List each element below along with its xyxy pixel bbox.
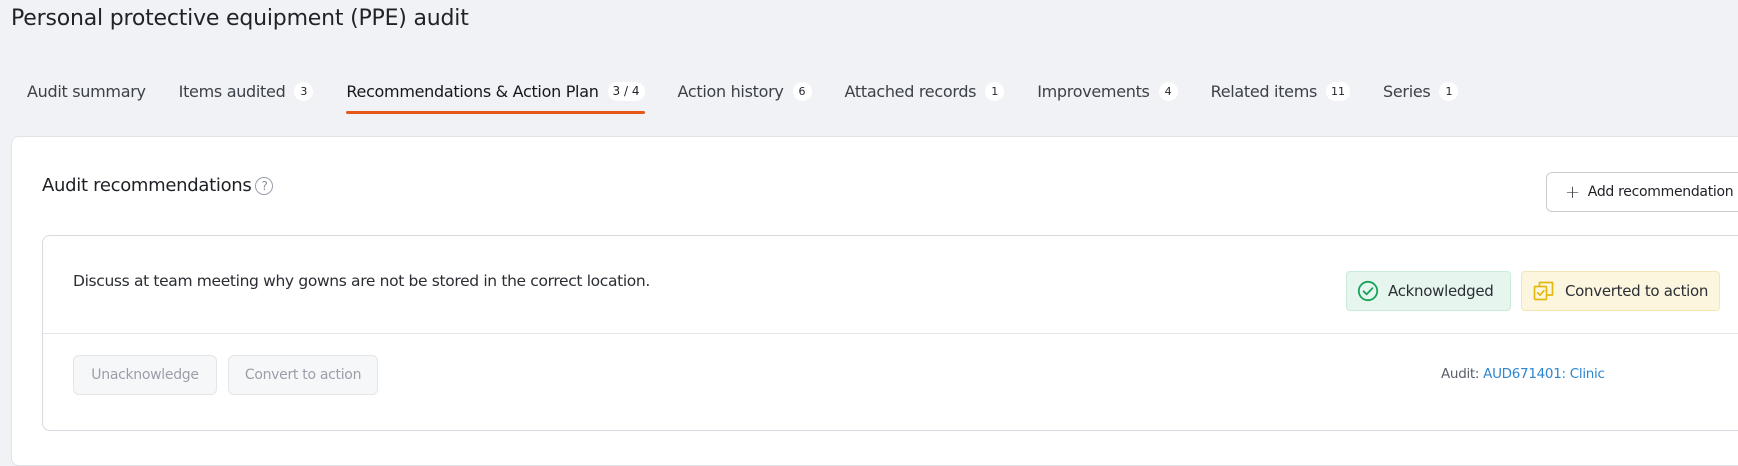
tab-recommendations-action-plan[interactable]: Recommendations & Action Plan 3 / 4 [332, 68, 658, 114]
count-badge: 1 [985, 81, 1005, 101]
tab-label: Recommendations & Action Plan [346, 81, 599, 101]
audit-reference: Audit: AUD671401: Clinic [1441, 366, 1605, 382]
audit-label: Audit: [1441, 366, 1480, 382]
tab-action-history[interactable]: Action history 6 [664, 68, 826, 114]
tab-series[interactable]: Series 1 [1369, 68, 1472, 114]
tab-related-items[interactable]: Related items 11 [1197, 68, 1364, 114]
tab-items-audited[interactable]: Items audited 3 [165, 68, 328, 114]
tab-label: Related items [1210, 81, 1318, 101]
tab-label: Improvements [1037, 81, 1150, 101]
tab-label: Attached records [844, 81, 977, 101]
tab-label: Series [1383, 81, 1431, 101]
tab-bar: Audit summary Items audited 3 Recommenda… [0, 68, 1738, 118]
tab-attached-records[interactable]: Attached records 1 [831, 68, 1019, 114]
recommendations-card: Audit recommendations ? + Add recommenda… [11, 136, 1738, 466]
convert-checklist-icon [1533, 281, 1554, 301]
plus-icon: + [1565, 181, 1580, 203]
count-badge: 6 [792, 81, 812, 101]
add-recommendation-button[interactable]: + Add recommendation [1546, 172, 1738, 212]
status-acknowledged-label: Acknowledged [1388, 282, 1494, 300]
status-badge-converted: Converted to action [1521, 271, 1720, 311]
recommendation-text: Discuss at team meeting why gowns are no… [73, 272, 650, 290]
unacknowledge-button[interactable]: Unacknowledge [73, 355, 217, 395]
count-badge: 11 [1326, 81, 1351, 101]
status-converted-label: Converted to action [1565, 282, 1709, 300]
page-title: Personal protective equipment (PPE) audi… [11, 6, 469, 31]
status-badge-acknowledged: Acknowledged [1346, 271, 1511, 311]
count-badge: 3 [294, 81, 314, 101]
tab-improvements[interactable]: Improvements 4 [1023, 68, 1191, 114]
tab-label: Action history [677, 81, 784, 101]
count-badge: 1 [1439, 81, 1459, 101]
add-recommendation-label: Add recommendation [1587, 184, 1734, 200]
audit-link[interactable]: AUD671401: Clinic [1483, 366, 1605, 382]
recommendation-item: Discuss at team meeting why gowns are no… [42, 235, 1738, 431]
tab-label: Audit summary [27, 81, 146, 101]
help-icon[interactable]: ? [255, 176, 274, 195]
section-title-text: Audit recommendations [42, 175, 252, 196]
count-badge: 4 [1158, 81, 1178, 101]
check-circle-icon [1357, 280, 1379, 302]
divider [43, 333, 1738, 334]
section-title: Audit recommendations ? [42, 175, 274, 196]
tab-audit-summary[interactable]: Audit summary [0, 68, 160, 114]
tab-label: Items audited [178, 81, 286, 101]
count-badge: 3 / 4 [607, 81, 645, 101]
convert-to-action-button[interactable]: Convert to action [228, 355, 378, 395]
